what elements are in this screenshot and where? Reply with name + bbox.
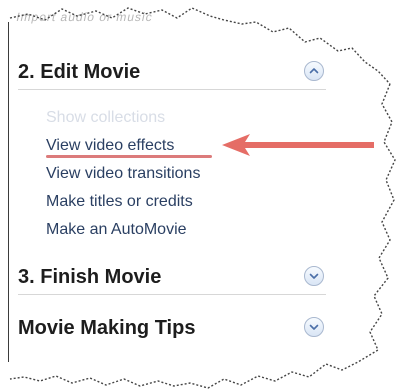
section-title-finish-movie: 3. Finish Movie [18, 266, 162, 288]
section-divider [18, 89, 326, 90]
task-show-collections[interactable]: Show collections [46, 108, 165, 128]
task-make-titles-or-credits[interactable]: Make titles or credits [46, 192, 193, 212]
screenshot-canvas: Import audio or music 2. Edit Movie Show… [0, 0, 401, 390]
pointer-arrow [222, 134, 374, 156]
chevron-down-icon-glyph [309, 273, 319, 279]
highlight-underline [46, 155, 212, 158]
chevron-up-icon-glyph [309, 68, 319, 74]
section-finish-movie[interactable]: 3. Finish Movie [18, 262, 330, 295]
section-movie-making-tips[interactable]: Movie Making Tips [18, 313, 330, 343]
section-edit-movie[interactable]: 2. Edit Movie [18, 57, 330, 90]
task-view-video-transitions[interactable]: View video transitions [46, 164, 200, 184]
section-title-edit-movie: 2. Edit Movie [18, 61, 141, 83]
chevron-down-icon[interactable] [304, 317, 324, 337]
section-divider [18, 294, 326, 295]
chevron-down-icon[interactable] [304, 266, 324, 286]
torn-top-text: Import audio or music [14, 10, 155, 24]
task-view-video-effects[interactable]: View video effects [46, 136, 174, 156]
panel-left-border [8, 22, 9, 362]
task-make-an-automovie[interactable]: Make an AutoMovie [46, 220, 187, 240]
chevron-up-icon[interactable] [304, 61, 324, 81]
chevron-down-icon-glyph [309, 324, 319, 330]
section-title-movie-making-tips: Movie Making Tips [18, 317, 196, 339]
